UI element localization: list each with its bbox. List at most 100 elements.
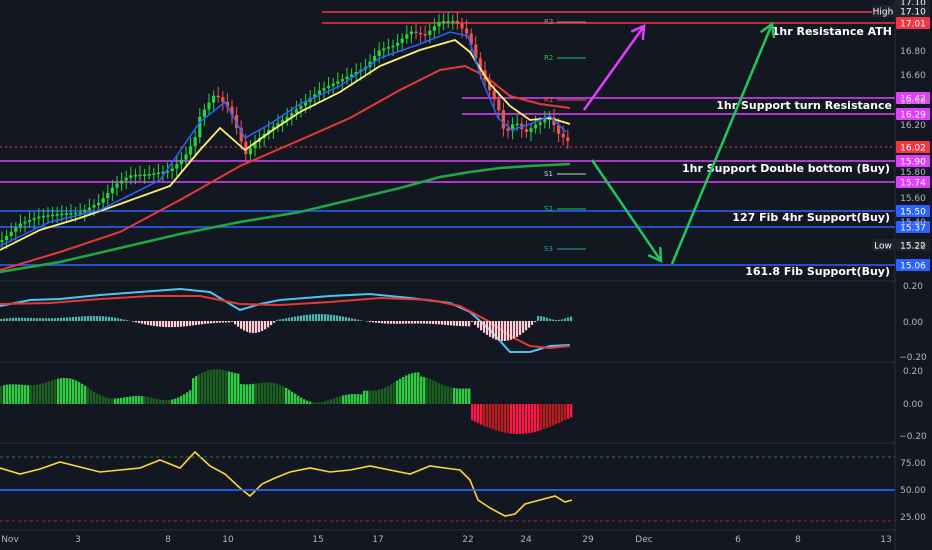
histogram-bar [330, 314, 333, 321]
candle-body [543, 119, 547, 123]
histogram-bar [6, 318, 9, 321]
histogram-bar [486, 404, 489, 428]
histogram-bar [261, 321, 264, 331]
histogram-bar [411, 373, 414, 404]
histogram-bar [99, 316, 102, 321]
histogram-bar [306, 314, 309, 321]
candle-body [9, 231, 13, 236]
histogram-bar [477, 321, 480, 328]
price-axis-tick: 16.20 [900, 121, 926, 131]
histogram-bar [198, 321, 201, 325]
histogram-bar [549, 318, 552, 321]
histogram-bar [300, 315, 303, 321]
time-axis-tick: 3 [75, 535, 81, 545]
histogram-bar [372, 390, 375, 404]
time-axis-tick: Nov [1, 535, 19, 545]
histogram-bar [405, 321, 408, 324]
histogram-bar [69, 317, 72, 321]
histogram-bar [264, 382, 267, 404]
price-tag-value: 17.10 [900, 8, 926, 18]
histogram-bar [351, 394, 354, 404]
histogram-bar [501, 321, 504, 341]
histogram-bar [54, 318, 57, 321]
histogram-bar [270, 382, 273, 404]
histogram-bar [435, 381, 438, 404]
histogram-bar [0, 319, 3, 321]
histogram-bar [105, 316, 108, 321]
histogram-bar [36, 384, 39, 404]
histogram-bar [135, 321, 138, 323]
candle-body [115, 183, 119, 188]
histogram-bar [528, 404, 531, 434]
histogram-bar [321, 314, 324, 321]
time-axis-tick: 24 [520, 535, 532, 545]
histogram-bar [156, 321, 159, 327]
histogram-bar [123, 397, 126, 404]
histogram-bar [318, 402, 321, 404]
histogram-bar [531, 404, 534, 433]
candle-body [152, 173, 156, 175]
histogram-bar [147, 321, 150, 325]
time-axis-tick: Dec [635, 535, 652, 545]
histogram-bar [27, 385, 30, 404]
histogram-bar [486, 321, 489, 335]
histogram-bar [48, 381, 51, 404]
histogram-bar [426, 321, 429, 324]
candle-body [377, 50, 381, 56]
histogram-bar [459, 388, 462, 404]
histogram-bar [81, 316, 84, 321]
histogram-bar [12, 384, 15, 404]
time-axis-tick: 8 [165, 535, 171, 545]
histogram-bar [327, 314, 330, 321]
histogram-bar [144, 321, 147, 325]
histogram-bar [285, 318, 288, 321]
histogram-bar [570, 404, 573, 418]
histogram-bar [72, 379, 75, 404]
histogram-bar [228, 321, 231, 323]
histogram-bar [384, 387, 387, 404]
candle-body [23, 221, 27, 224]
candle-body [322, 88, 326, 91]
time-axis-tick: 29 [582, 535, 594, 545]
candle-body [529, 128, 533, 132]
histogram-bar [441, 321, 444, 325]
histogram-bar [30, 385, 33, 404]
histogram-bar [321, 402, 324, 404]
histogram-bar [489, 404, 492, 429]
histogram-bar [93, 391, 96, 404]
histogram-bar [231, 372, 234, 404]
oscillator-axis-tick: 75.00 [900, 459, 926, 469]
histogram-bar [402, 321, 405, 324]
histogram-bar [219, 369, 222, 404]
histogram-bar [132, 396, 135, 404]
price-tag-value: 16.29 [900, 111, 926, 121]
histogram-bar [357, 394, 360, 404]
histogram-bar [120, 318, 123, 321]
candle-body [78, 212, 82, 214]
histogram-bar [339, 396, 342, 404]
histogram-bar [180, 395, 183, 404]
histogram-bar [255, 321, 258, 333]
level-annotation: 1hr Resistance ATH [772, 25, 892, 38]
candle-body [5, 235, 9, 241]
histogram-bar [480, 321, 483, 331]
chart-canvas[interactable]: 1hr Resistance ATH 1hr Support turn Resis… [0, 0, 932, 550]
histogram-bar [432, 380, 435, 404]
histogram-bar [258, 321, 261, 333]
histogram-bar [510, 321, 513, 340]
candle-body [386, 47, 390, 49]
level-annotation: 1hr Support turn Resistance [716, 99, 892, 112]
histogram-bar [258, 383, 261, 404]
time-axis-tick: 13 [880, 535, 891, 545]
histogram-bar [195, 376, 198, 404]
candle-body [156, 172, 160, 175]
histogram-bar [141, 321, 144, 324]
histogram-bar [108, 398, 111, 404]
candle-body [317, 90, 321, 95]
histogram-bar [309, 314, 312, 321]
candle-body [561, 133, 565, 138]
histogram-bar [492, 404, 495, 430]
histogram-bar [483, 321, 486, 333]
candle-body [51, 214, 55, 217]
histogram-bar [357, 319, 360, 321]
